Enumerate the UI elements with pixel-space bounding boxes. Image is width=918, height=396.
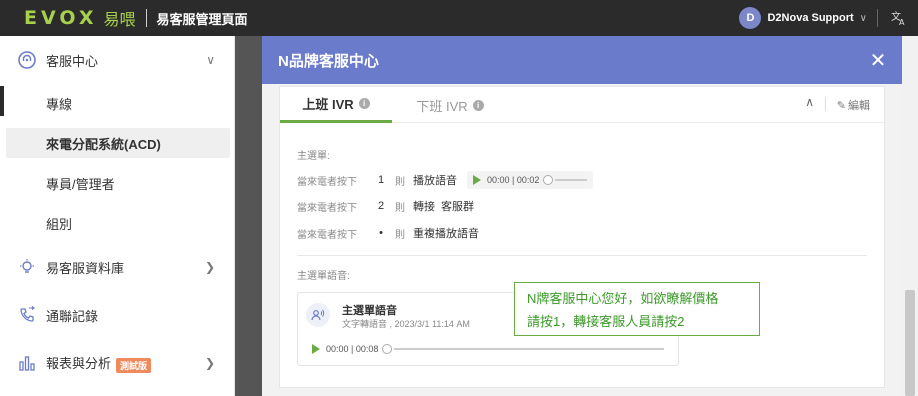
menu-then: 則	[395, 176, 405, 188]
sidebar-subitem-groups[interactable]: 組別	[0, 203, 235, 243]
sidebar-subitem-agents[interactable]: 專員/管理者	[0, 163, 235, 203]
menu-action: 重複播放語音	[413, 228, 479, 240]
menu-row: 當來電者按下 2 則 轉接 客服群	[297, 197, 474, 215]
main-menu-voice-label: 主選單語音:	[297, 271, 350, 282]
chevron-up-icon[interactable]: ∨	[206, 53, 215, 67]
play-icon[interactable]	[473, 175, 481, 185]
menu-prefix: 當來電者按下	[297, 176, 357, 188]
menu-row: 當來電者按下 • 則 重複播放語音	[297, 224, 479, 242]
tab-label: 上班 IVR	[302, 97, 354, 112]
close-icon[interactable]: ✕	[866, 48, 890, 72]
tab-office-hours-ivr[interactable]: 上班 IVR i	[280, 87, 392, 123]
logo-wordmark: EVOX	[24, 7, 98, 29]
menu-key: 2	[377, 200, 385, 212]
ivr-card: 上班 IVR i 下班 IVR i ∧ ✎ 編輯 主選單: 當來電者按下 1 則…	[279, 86, 885, 388]
sidebar-item-label: 通聯記錄	[46, 308, 99, 324]
menu-prefix: 當來電者按下	[297, 202, 357, 214]
player-time: 00:00 | 00:02	[487, 175, 540, 185]
menu-key: •	[379, 227, 383, 239]
info-icon[interactable]: i	[472, 99, 484, 111]
menu-action: 播放語音	[413, 175, 457, 187]
sidebar-item-label: 專員/管理者	[46, 176, 115, 192]
menu-action: 轉接	[413, 201, 435, 213]
chevron-right-icon[interactable]: ❯	[205, 356, 215, 370]
headset-icon	[17, 50, 37, 70]
sidebar-subitem-line[interactable]: 專線	[0, 83, 235, 123]
menu-then: 則	[395, 229, 405, 241]
menu-then: 則	[395, 202, 405, 214]
menu-prefix: 當來電者按下	[297, 229, 357, 241]
top-bar: EVOX 易喂 易客服管理頁面 D D2Nova Support ∨ 文A	[0, 0, 918, 36]
modal-header: N品牌客服中心 ✕	[262, 36, 902, 84]
sidebar-item-label: 易客服資料庫	[46, 260, 125, 276]
audio-title: 主選單語音	[342, 305, 397, 317]
sidebar-item-label: 客服中心	[46, 53, 99, 69]
menu-key: 1	[377, 174, 385, 186]
edit-label: 編輯	[848, 100, 870, 112]
menu-row: 當來電者按下 1 則 播放語音 00:00 | 00:02	[297, 171, 593, 189]
lightbulb-icon	[17, 257, 37, 277]
voice-icon	[306, 303, 330, 327]
sidebar-item-call-log[interactable]: 通聯記錄	[0, 295, 235, 335]
scrubber-track[interactable]	[394, 348, 664, 350]
sidebar-subitem-acd[interactable]: 來電分配系統(ACD)	[0, 123, 235, 163]
scrollbar-thumb[interactable]	[905, 290, 915, 396]
page-title: 易客服管理頁面	[156, 11, 248, 27]
sidebar-item-text: 報表與分析	[46, 356, 112, 372]
sidebar-item-label: 來電分配系統(ACD)	[46, 136, 161, 152]
tab-after-hours-ivr[interactable]: 下班 IVR i	[392, 87, 508, 123]
translate-icon[interactable]: 文A	[888, 10, 910, 26]
scrubber-handle[interactable]	[543, 175, 554, 185]
audio-player: 00:00 | 00:08	[300, 338, 676, 360]
tab-label: 下班 IVR	[416, 98, 468, 114]
sidebar-item-customer-center[interactable]: 客服中心 ∨	[0, 40, 235, 80]
sidebar-item-reports[interactable]: 報表與分析 測試版 ❯	[0, 343, 235, 383]
pencil-icon: ✎	[836, 99, 846, 112]
chevron-right-icon[interactable]: ❯	[205, 260, 215, 274]
tab-bar: 上班 IVR i 下班 IVR i ∧ ✎ 編輯	[280, 87, 884, 123]
sidebar: 客服中心 ∨ 專線 來電分配系統(ACD) 專員/管理者 組別 易客服資料庫 ❯…	[0, 36, 235, 396]
main-menu-label: 主選單:	[297, 151, 330, 162]
audio-player: 00:00 | 00:02	[467, 171, 593, 189]
sidebar-item-label: 組別	[46, 216, 73, 232]
tooltip-line: N牌客服中心您好，如欲瞭解價格	[527, 291, 719, 306]
player-time: 00:00 | 00:08	[326, 344, 379, 354]
chevron-up-icon[interactable]: ∧	[805, 95, 814, 109]
svg-text:A: A	[899, 18, 905, 26]
avatar[interactable]: D	[739, 7, 762, 29]
scrubber-handle[interactable]	[382, 344, 393, 354]
sidebar-item-database[interactable]: 易客服資料庫 ❯	[0, 247, 235, 287]
tooltip-line: 請按1，轉接客服人員請按2	[527, 314, 685, 329]
title-divider	[145, 9, 147, 27]
app-logo[interactable]: EVOX 易喂	[24, 6, 136, 30]
scrubber-track[interactable]	[555, 179, 587, 181]
page-scrollbar[interactable]	[902, 36, 918, 396]
ivr-modal: N品牌客服中心 ✕ 上班 IVR i 下班 IVR i ∧ ✎ 編輯 主選單: …	[262, 36, 902, 396]
audio-subtitle: 文字轉語音 , 2023/3/1 11:14 AM	[342, 319, 470, 329]
chevron-down-icon[interactable]: ∨	[860, 13, 867, 24]
top-divider	[877, 9, 878, 27]
modal-title: N品牌客服中心	[278, 52, 379, 70]
phone-log-icon	[17, 305, 37, 325]
menu-target: 客服群	[441, 201, 474, 213]
section-divider	[297, 255, 867, 256]
user-name[interactable]: D2Nova Support	[767, 12, 853, 24]
play-icon[interactable]	[312, 344, 320, 354]
logo-cn-text: 易喂	[103, 12, 136, 29]
edit-button[interactable]: ✎ 編輯	[837, 97, 870, 113]
beta-badge: 測試版	[116, 357, 152, 373]
sidebar-item-label: 報表與分析 測試版	[46, 353, 152, 373]
tts-text-tooltip: N牌客服中心您好，如欲瞭解價格 請按1，轉接客服人員請按2	[514, 282, 760, 336]
bar-chart-icon	[17, 353, 37, 373]
divider	[825, 97, 826, 111]
sidebar-item-label: 專線	[46, 96, 73, 112]
info-icon[interactable]: i	[358, 98, 370, 109]
